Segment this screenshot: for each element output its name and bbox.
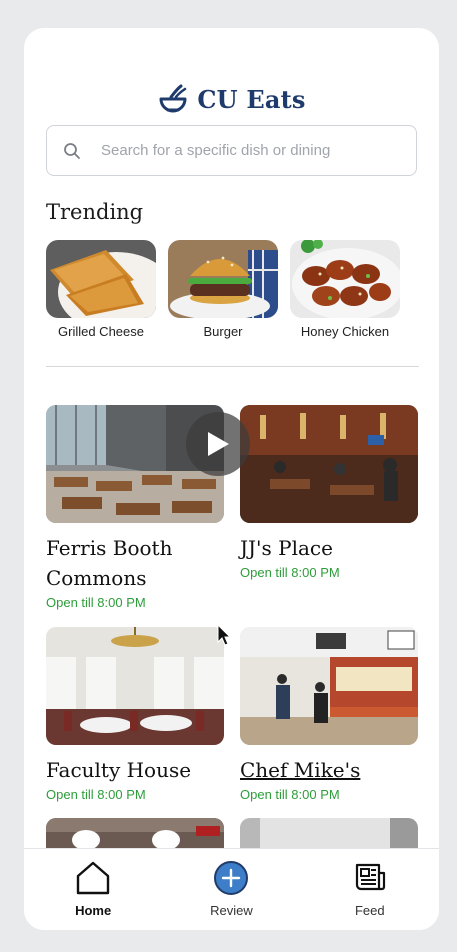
dining-card-faculty-house[interactable]: Faculty House Open till 8:00 PM — [46, 627, 224, 802]
video-play-button[interactable] — [186, 412, 250, 476]
search-icon — [64, 142, 80, 159]
dining-card-chef-mikes[interactable]: Chef Mike's Open till 8:00 PM — [240, 627, 418, 802]
app-logo: CU Eats — [24, 82, 439, 116]
search-input[interactable] — [101, 142, 371, 159]
newspaper-icon — [355, 863, 385, 891]
jjs-place-image — [240, 405, 418, 523]
dining-name: JJ's Place — [240, 536, 333, 560]
dining-card-jjs-place[interactable]: JJ's Place Open till 8:00 PM — [240, 405, 418, 580]
home-icon — [76, 861, 110, 895]
trending-list: Grilled Cheese Burger Honey Chicken — [46, 240, 400, 339]
trending-title: Trending — [46, 200, 144, 224]
trending-label: Honey Chicken — [300, 324, 390, 339]
trending-item-grilled-cheese[interactable]: Grilled Cheese — [46, 240, 156, 339]
add-review-icon — [214, 861, 249, 895]
app-screen: CU Eats Trending Grilled Cheese — [24, 28, 439, 930]
dining-status: Open till 8:00 PM — [240, 565, 340, 580]
nav-review[interactable]: Review — [181, 859, 281, 918]
mouse-cursor-icon — [217, 624, 231, 646]
app-title: CU Eats — [197, 84, 306, 114]
burger-image — [168, 240, 278, 318]
faculty-house-image — [46, 627, 224, 745]
nav-review-label: Review — [210, 903, 253, 918]
bowl-icon — [159, 84, 187, 113]
dining-name: Ferris Booth — [46, 536, 173, 560]
honey-chicken-image — [290, 240, 400, 318]
bottom-navigation: Home Review Feed — [24, 848, 439, 930]
dining-status: Open till 8:00 PM — [46, 787, 146, 802]
trending-item-burger[interactable]: Burger — [168, 240, 278, 339]
dining-name[interactable]: Chef Mike's — [240, 755, 418, 785]
trending-label: Burger — [203, 324, 243, 339]
nav-feed-label: Feed — [354, 903, 385, 918]
dining-status: Open till 8:00 PM — [240, 787, 340, 802]
search-bar[interactable] — [46, 125, 417, 176]
play-icon — [208, 432, 229, 456]
dining-name: Commons — [46, 566, 147, 590]
trending-label: Grilled Cheese — [58, 324, 144, 339]
section-divider — [46, 366, 419, 367]
dining-status: Open till 8:00 PM — [46, 595, 146, 610]
nav-feed[interactable]: Feed — [320, 859, 420, 918]
chef-mikes-image — [240, 627, 418, 745]
nav-home-label: Home — [75, 903, 112, 918]
nav-home[interactable]: Home — [43, 859, 143, 918]
trending-item-honey-chicken[interactable]: Honey Chicken — [290, 240, 400, 339]
dining-name: Faculty House — [46, 758, 192, 782]
grilled-cheese-image — [46, 240, 156, 318]
